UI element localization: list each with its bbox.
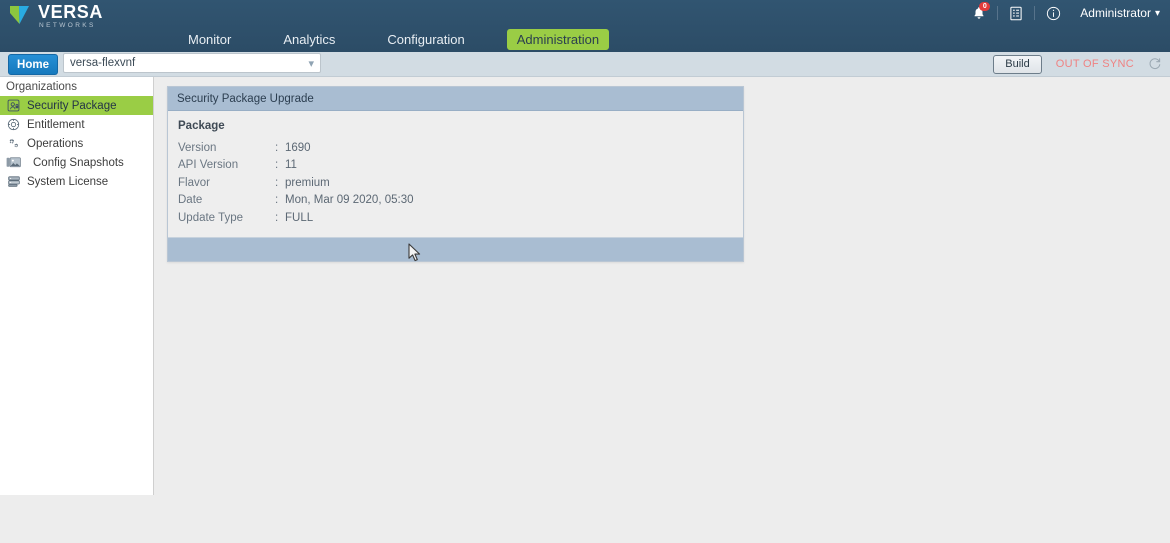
detail-value: 11 (285, 159, 297, 172)
detail-row-version: Version : 1690 (178, 139, 743, 157)
detail-key: Update Type (178, 211, 244, 224)
user-menu-label[interactable]: Administrator (1080, 6, 1151, 20)
detail-separator: : (275, 159, 279, 172)
tab-administration[interactable]: Administration (506, 28, 610, 50)
system-license-icon (5, 174, 22, 189)
detail-separator: : (275, 211, 279, 224)
tab-analytics[interactable]: Analytics (273, 29, 345, 50)
organization-select[interactable]: versa-flexvnf ▾ (63, 53, 321, 73)
detail-separator: : (275, 176, 279, 189)
entitlement-gear-icon (5, 117, 22, 132)
panel-footer (168, 236, 743, 261)
sidebar-item-config-snapshots[interactable]: Config Snapshots (0, 153, 153, 172)
sidebar-item-system-license[interactable]: System License (0, 172, 153, 191)
task-list-button[interactable] (1005, 3, 1027, 23)
panel-body: Package Version : 1690 API Version : 11 … (168, 111, 743, 237)
detail-row-api-version: API Version : 11 (178, 157, 743, 175)
detail-value: Mon, Mar 09 2020, 05:30 (285, 194, 414, 207)
security-package-upgrade-panel: Security Package Upgrade Package Version… (167, 86, 744, 262)
header-actions: 0 Administrator ▾ (968, 2, 1162, 24)
notification-badge: 0 (979, 2, 991, 11)
refresh-icon[interactable] (1148, 57, 1162, 71)
context-toolbar: Home versa-flexvnf ▾ Build OUT OF SYNC (0, 52, 1170, 77)
detail-key: Version (178, 141, 217, 154)
detail-key: Flavor (178, 176, 210, 189)
detail-value: premium (285, 176, 330, 189)
brand-name: VERSA (38, 1, 104, 22)
detail-key: Date (178, 194, 203, 207)
config-snapshots-icon (5, 155, 22, 170)
sidebar-item-entitlement[interactable]: Entitlement (0, 115, 153, 134)
toolbar-actions: Build OUT OF SYNC (993, 54, 1162, 74)
sidebar-item-label: Security Package (27, 99, 117, 112)
detail-row-flavor: Flavor : premium (178, 174, 743, 192)
left-sidebar: Organizations Security Package Entitleme… (0, 77, 154, 495)
chevron-down-icon[interactable]: ▾ (1155, 8, 1160, 19)
sidebar-item-label: System License (27, 175, 109, 188)
main-nav-tabs: Monitor Analytics Configuration Administ… (178, 28, 610, 50)
detail-value: 1690 (285, 141, 311, 154)
panel-title: Security Package Upgrade (168, 87, 743, 111)
sidebar-item-label: Config Snapshots (33, 156, 124, 169)
sync-status-badge: OUT OF SYNC (1055, 58, 1134, 70)
sidebar-heading: Organizations (6, 81, 77, 93)
organization-select-value: versa-flexvnf (70, 57, 136, 69)
brand-tagline: NETWORKS (39, 21, 96, 29)
sidebar-item-security-package[interactable]: Security Package (0, 96, 153, 115)
detail-value: FULL (285, 211, 314, 224)
app-header: VERSA NETWORKS Monitor Analytics Configu… (0, 0, 1170, 52)
tab-monitor[interactable]: Monitor (178, 29, 241, 50)
chevron-down-icon: ▾ (308, 57, 314, 70)
header-divider-2 (1034, 6, 1036, 20)
detail-separator: : (275, 194, 279, 207)
build-button[interactable]: Build (993, 54, 1042, 74)
brand-logo[interactable]: VERSA NETWORKS (8, 3, 103, 29)
home-button[interactable]: Home (8, 54, 58, 75)
security-package-icon (5, 98, 22, 113)
package-section-label: Package (178, 120, 225, 132)
notifications-button[interactable]: 0 (968, 2, 991, 23)
sidebar-item-label: Operations (27, 137, 84, 150)
tab-configuration[interactable]: Configuration (377, 29, 474, 50)
sidebar-item-label: Entitlement (27, 118, 85, 131)
detail-key: API Version (178, 159, 239, 172)
sidebar-item-operations[interactable]: Operations (0, 134, 153, 153)
detail-separator: : (275, 141, 279, 154)
operations-gears-icon (5, 136, 22, 151)
header-divider (997, 6, 999, 20)
detail-row-update-type: Update Type : FULL (178, 209, 743, 227)
info-circle-icon[interactable] (1042, 3, 1064, 23)
versa-v-logo-icon (8, 4, 32, 28)
detail-row-date: Date : Mon, Mar 09 2020, 05:30 (178, 192, 743, 210)
